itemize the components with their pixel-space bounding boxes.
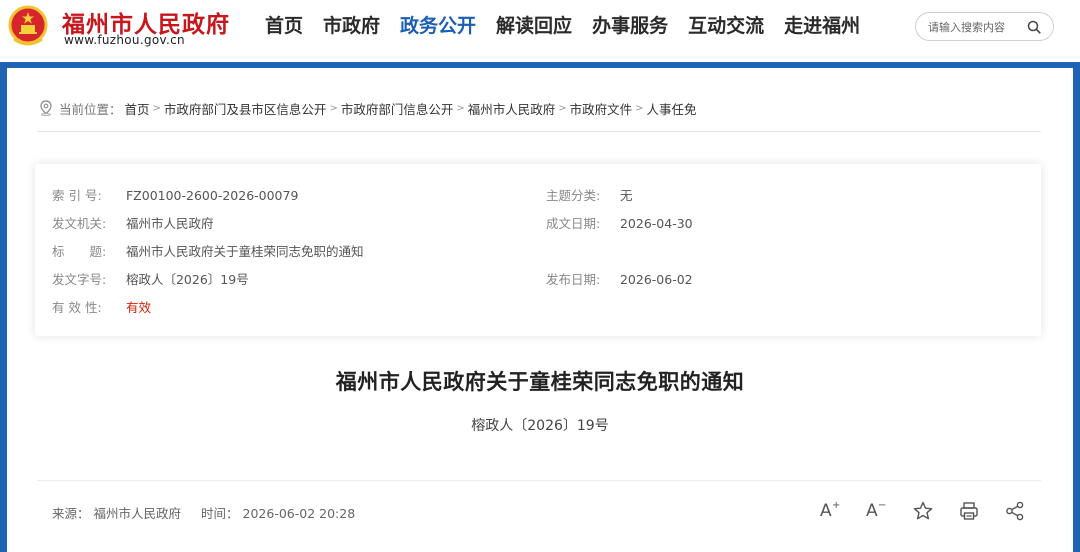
divider [37, 480, 1041, 481]
meta-published-row: 发布日期: 2026-06-02 [546, 269, 693, 288]
meta-validity-value: 有效 [125, 300, 151, 315]
meta-published-value: 2026-06-02 [619, 272, 693, 287]
meta-validity-label: 有 效 性: [52, 300, 102, 315]
meta-topic-label: 主题分类: [546, 188, 601, 203]
font-decrease-icon: A − [866, 500, 887, 521]
meta-validity-row: 有 效 性: 有效 [52, 297, 151, 316]
breadcrumb-item-gov-docs[interactable]: 市政府文件 [570, 99, 633, 118]
meta-index-label: 索 引 号: [52, 188, 102, 203]
document-title: 福州市人民政府关于童桂荣同志免职的通知 [335, 370, 745, 394]
meta-docno-value: 榕政人〔2026〕19号 [125, 272, 249, 287]
breadcrumb-separator-icon: > [152, 102, 161, 114]
breadcrumb-item-home[interactable]: 首页 [125, 99, 150, 118]
location-pin-icon [40, 100, 52, 116]
breadcrumb-prefix: 当前位置： [59, 101, 122, 117]
site-header: 福州市人民政府 www.fuzhou.gov.cn 首页 市政府 政务公开 解读… [0, 0, 1080, 62]
meta-docno-row: 发文字号: 榕政人〔2026〕19号 [52, 269, 249, 288]
nav-item-services[interactable]: 办事服务 [592, 12, 668, 40]
font-increase-icon: A + [820, 500, 841, 521]
breadcrumb-separator-icon: > [558, 102, 567, 114]
nav-item-home[interactable]: 首页 [265, 12, 303, 40]
main-nav: 首页 市政府 政务公开 解读回应 办事服务 互动交流 走进福州 [265, 12, 880, 40]
meta-created-value: 2026-04-30 [619, 216, 693, 231]
time-value: 2026-06-02 20:28 [242, 506, 356, 521]
document-number: 榕政人〔2026〕19号 [471, 418, 609, 434]
breadcrumb-item-dept-info[interactable]: 市政府部门信息公开 [341, 99, 454, 118]
meta-index-value: FZ00100-2600-2026-00079 [125, 188, 299, 203]
meta-title-value: 福州市人民政府关于童桂荣同志免职的通知 [125, 244, 364, 259]
print-button[interactable] [958, 500, 980, 522]
source-value: 福州市人民政府 [93, 506, 182, 521]
source-line: 来源： 福州市人民政府 时间： 2026-06-02 20:28 [52, 503, 359, 522]
meta-published-label: 发布日期: [546, 272, 601, 287]
font-increase-button[interactable]: A + [820, 500, 842, 522]
printer-icon [960, 502, 978, 520]
nav-item-interaction[interactable]: 互动交流 [688, 12, 764, 40]
meta-topic-value: 无 [619, 188, 633, 203]
time-label: 时间： [201, 506, 239, 521]
breadcrumb-item-departments[interactable]: 市政府部门及县市区信息公开 [164, 99, 327, 118]
meta-created-row: 成文日期: 2026-04-30 [546, 213, 693, 232]
document-meta-card: 索 引 号: FZ00100-2600-2026-00079 主题分类: 无 发… [35, 164, 1041, 336]
national-emblem-icon[interactable] [6, 5, 50, 47]
breadcrumb: 当前位置： 首页 > 市政府部门及县市区信息公开 > 市政府部门信息公开 > 福… [39, 98, 697, 118]
meta-index-row: 索 引 号: FZ00100-2600-2026-00079 [52, 185, 298, 204]
favorite-button[interactable] [912, 500, 934, 522]
breadcrumb-separator-icon: > [635, 102, 644, 114]
font-decrease-button[interactable]: A − [866, 500, 888, 522]
search-icon[interactable] [1027, 20, 1041, 34]
site-url: www.fuzhou.gov.cn [64, 33, 185, 47]
meta-issuer-row: 发文机关: 福州市人民政府 [52, 213, 214, 232]
search-input[interactable] [928, 18, 1028, 36]
breadcrumb-item-personnel[interactable]: 人事任免 [647, 99, 697, 118]
meta-title-label: 标 题: [52, 244, 107, 259]
search-box [915, 12, 1054, 41]
nav-item-interpretation[interactable]: 解读回应 [496, 12, 572, 40]
nav-item-gov-affairs[interactable]: 政务公开 [400, 12, 476, 40]
breadcrumb-separator-icon: > [329, 102, 338, 114]
meta-issuer-value: 福州市人民政府 [125, 216, 214, 231]
meta-issuer-label: 发文机关: [52, 216, 107, 231]
divider [37, 131, 1041, 132]
meta-created-label: 成文日期: [546, 216, 601, 231]
share-icon [1006, 501, 1024, 521]
source-label: 来源： [52, 506, 90, 521]
star-icon [913, 501, 933, 520]
breadcrumb-separator-icon: > [456, 102, 465, 114]
nav-item-government[interactable]: 市政府 [323, 12, 380, 40]
meta-docno-label: 发文字号: [52, 272, 107, 287]
meta-title-row: 标 题: 福州市人民政府关于童桂荣同志免职的通知 [52, 241, 364, 260]
nav-item-about-fuzhou[interactable]: 走进福州 [784, 12, 860, 40]
share-button[interactable] [1004, 500, 1026, 522]
article-tools: A + A − [820, 500, 1026, 522]
breadcrumb-item-gov[interactable]: 福州市人民政府 [468, 99, 556, 118]
meta-topic-row: 主题分类: 无 [546, 185, 633, 204]
content-panel: 当前位置： 首页 > 市政府部门及县市区信息公开 > 市政府部门信息公开 > 福… [7, 68, 1073, 552]
